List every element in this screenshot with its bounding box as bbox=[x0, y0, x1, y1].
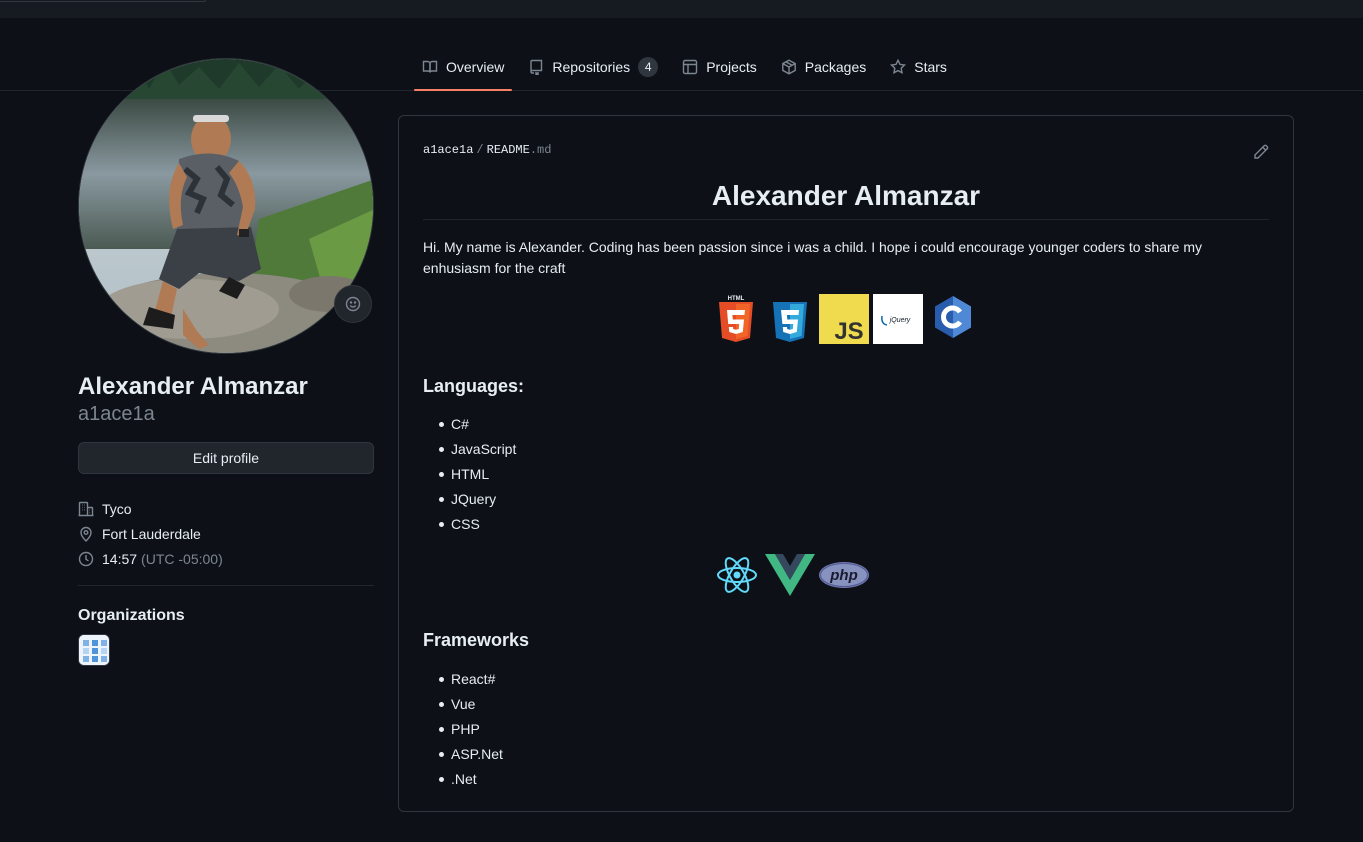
css3-icon bbox=[773, 302, 807, 342]
frameworks-list: React# Vue PHP ASP.Net .Net bbox=[439, 670, 503, 795]
javascript-icon-label: JS bbox=[834, 318, 863, 344]
jquery-icon: jQuery bbox=[873, 294, 923, 344]
csharp-icon bbox=[935, 296, 971, 338]
list-item: .Net bbox=[439, 770, 503, 795]
package-icon bbox=[781, 59, 796, 75]
star-icon bbox=[890, 59, 907, 74]
profile-location: Fort Lauderdale bbox=[78, 521, 374, 546]
tab-repositories[interactable]: Repositories 4 bbox=[520, 44, 666, 90]
list-item: CSS bbox=[438, 515, 516, 540]
organization-logo bbox=[79, 635, 109, 665]
avatar[interactable] bbox=[78, 58, 374, 354]
repo-icon bbox=[530, 59, 543, 75]
javascript-icon: JS bbox=[819, 294, 869, 344]
list-item: C# bbox=[438, 415, 516, 440]
php-icon: php bbox=[819, 562, 869, 588]
languages-list: C# JavaScript HTML JQuery CSS bbox=[438, 415, 516, 540]
tab-stars[interactable]: Stars bbox=[882, 44, 955, 90]
table-icon bbox=[682, 59, 698, 75]
frameworks-heading: Frameworks bbox=[423, 630, 530, 650]
list-item: React# bbox=[439, 670, 503, 695]
book-icon bbox=[422, 60, 438, 73]
repo-count-badge: 4 bbox=[638, 57, 659, 77]
tab-label: Projects bbox=[706, 59, 757, 75]
readme-extension: .md bbox=[529, 143, 552, 157]
languages-heading: Languages: bbox=[423, 376, 525, 396]
timezone: (UTC -05:00) bbox=[141, 550, 223, 567]
profile-login: a1ace1a bbox=[78, 403, 155, 425]
header-search-edge[interactable] bbox=[0, 0, 206, 2]
tab-overview[interactable]: Overview bbox=[414, 44, 513, 91]
list-item: Vue bbox=[439, 695, 503, 720]
company-name: Tyco bbox=[102, 500, 132, 517]
path-separator: / bbox=[476, 143, 484, 157]
readme-intro: Hi. My name is Alexander. Coding has bee… bbox=[423, 239, 1202, 276]
smiley-icon bbox=[345, 296, 361, 312]
tab-packages[interactable]: Packages bbox=[773, 44, 874, 90]
profile-details: Tyco Fort Lauderdale 14:57 (UTC -05:00) bbox=[78, 496, 374, 571]
list-item: JQuery bbox=[438, 490, 516, 515]
list-item: HTML bbox=[438, 465, 516, 490]
html5-icon: HTML bbox=[719, 296, 753, 342]
location-icon bbox=[80, 526, 92, 542]
profile-fullname: Alexander Almanzar bbox=[78, 373, 308, 400]
global-header bbox=[0, 0, 1363, 18]
readme-path: a1ace1a / README.md bbox=[423, 143, 551, 157]
framework-icons: php bbox=[717, 554, 869, 596]
organization-avatar[interactable] bbox=[78, 634, 110, 666]
local-time: 14:57 bbox=[102, 550, 138, 567]
organizations-heading: Organizations bbox=[78, 607, 185, 624]
pencil-icon bbox=[1254, 144, 1269, 159]
readme-filename[interactable]: README bbox=[487, 143, 530, 157]
tab-label: Packages bbox=[804, 59, 867, 75]
sidebar-divider bbox=[78, 585, 374, 586]
tab-label: Repositories bbox=[552, 59, 631, 75]
set-status-button[interactable] bbox=[334, 285, 372, 323]
php-icon-label: php bbox=[829, 567, 858, 584]
profile-localtime: 14:57 (UTC -05:00) bbox=[78, 546, 374, 571]
profile-sidebar: Alexander Almanzar a1ace1a Edit profile … bbox=[78, 58, 374, 666]
readme-owner-link[interactable]: a1ace1a bbox=[423, 143, 473, 157]
readme-panel: a1ace1a / README.md Alexander Almanzar Hi.… bbox=[398, 115, 1294, 812]
tab-projects[interactable]: Projects bbox=[674, 44, 765, 90]
tab-label: Overview bbox=[446, 59, 505, 75]
organization-icon bbox=[78, 501, 94, 516]
profile-company: Tyco bbox=[78, 496, 374, 521]
vue-icon bbox=[765, 554, 815, 596]
list-item: ASP.Net bbox=[439, 745, 503, 770]
list-item: JavaScript bbox=[438, 440, 516, 465]
location-name: Fort Lauderdale bbox=[102, 525, 201, 542]
avatar-photo bbox=[79, 59, 373, 353]
language-badges: HTML JS jQuery bbox=[719, 294, 971, 344]
html5-icon-label: HTML bbox=[728, 296, 745, 302]
react-icon bbox=[717, 557, 757, 593]
clock-icon bbox=[78, 551, 94, 566]
tab-label: Stars bbox=[914, 59, 947, 75]
edit-profile-button[interactable]: Edit profile bbox=[78, 442, 374, 474]
readme-title: Alexander Almanzar bbox=[423, 178, 1269, 220]
edit-readme-button[interactable] bbox=[1253, 144, 1269, 160]
jquery-icon-label: jQuery bbox=[889, 317, 911, 324]
list-item: PHP bbox=[439, 720, 503, 745]
